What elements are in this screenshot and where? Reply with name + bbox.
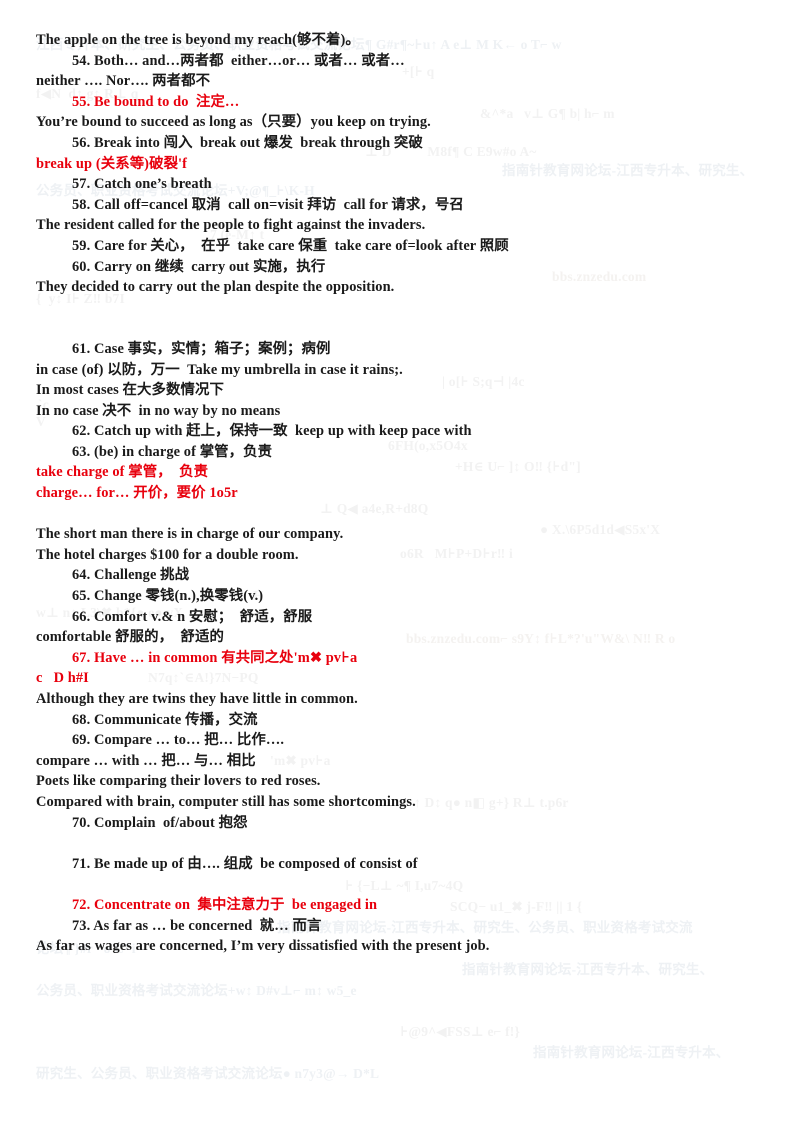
watermark-text: 研究生、公务员、职业资格考试交流论坛● n7y3@→ D*L bbox=[36, 1066, 380, 1081]
document-line: In no case 决不 in no way by no means bbox=[36, 402, 281, 419]
document-line: take charge of 掌管， 负责 bbox=[36, 464, 209, 481]
document-line: 55. Be bound to do 注定… bbox=[72, 93, 240, 110]
document-line: 69. Compare … to… 把… 比作…. bbox=[72, 732, 285, 749]
document-line: in case (of) 以防，万一 Take my umbrella in c… bbox=[36, 361, 403, 378]
document-line: compare … with … 把… 与… 相比 bbox=[36, 752, 256, 769]
document-line: 56. Break into 闯入 break out 爆发 break thr… bbox=[72, 134, 423, 151]
document-line: 64. Challenge 挑战 bbox=[72, 567, 190, 584]
document-line: As far as wages are concerned, I’m very … bbox=[36, 938, 490, 955]
document-line: 59. Care for 关心， 在乎 take care 保重 take ca… bbox=[72, 237, 509, 254]
document-line: 71. Be made up of 由…. 组成 be composed of … bbox=[72, 855, 418, 872]
document-line: 62. Catch up with 赶上，保持一致 keep up with k… bbox=[72, 423, 472, 440]
document-line: 67. Have … in common 有共同之处'm✖ pv⊦a bbox=[72, 649, 358, 666]
document-line: neither …. Nor…. 两者都不 bbox=[36, 73, 211, 90]
document-line: 66. Comfort v.& n 安慰； 舒适，舒服 bbox=[72, 608, 313, 625]
watermark-text: ⊦@9^◀FSS⊥ e⌐ f!} bbox=[400, 1024, 521, 1039]
document-line: 70. Complain of/about 抱怨 bbox=[72, 814, 248, 831]
document-line: charge… for… 开价，要价 1o5r bbox=[36, 485, 238, 502]
document-blank-line bbox=[36, 298, 766, 319]
watermark-text: 指南针教育网论坛-江西专升本、 bbox=[533, 1045, 730, 1060]
watermark-text: 指南针教育网论坛-江西专升本、研究生、 bbox=[462, 962, 714, 977]
document-line: Compared with brain, computer still has … bbox=[36, 793, 416, 810]
document-body: The apple on the tree is beyond my reach… bbox=[36, 30, 766, 957]
document-blank-line bbox=[36, 318, 766, 339]
document-page: 江西专升本、研究生、公务员、职业资格考试交流论坛¶ G#r¶~⊦u↑ A e⊥ … bbox=[0, 0, 794, 1123]
document-line: 60. Carry on 继续 carry out 实施，执行 bbox=[72, 258, 326, 275]
document-line: The short man there is in charge of our … bbox=[36, 526, 344, 543]
document-line: In most cases 在大多数情况下 bbox=[36, 382, 224, 399]
document-line: The hotel charges $100 for a double room… bbox=[36, 546, 299, 563]
document-blank-line bbox=[36, 874, 766, 895]
document-line: Although they are twins they have little… bbox=[36, 691, 358, 707]
document-line: 72. Concentrate on 集中注意力于 be engaged in bbox=[72, 896, 378, 913]
document-blank-line bbox=[36, 504, 766, 525]
document-line: 54. Both… and…两者都 either…or… 或者… 或者… bbox=[72, 52, 405, 69]
document-line: 63. (be) in charge of 掌管，负责 bbox=[72, 443, 273, 460]
document-line: 57. Catch one’s breath bbox=[72, 176, 212, 193]
document-line: c D h#I bbox=[36, 670, 89, 687]
document-line: They decided to carry out the plan despi… bbox=[36, 279, 395, 296]
document-line: 68. Communicate 传播，交流 bbox=[72, 711, 258, 728]
document-line: break up (关系等)破裂'f bbox=[36, 155, 188, 172]
document-line: 65. Change 零钱(n.),换零钱(v.) bbox=[72, 588, 264, 605]
document-line: Poets like comparing their lovers to red… bbox=[36, 773, 321, 790]
document-blank-line bbox=[36, 833, 766, 854]
document-line: 61. Case 事实，实情；箱子；案例；病例 bbox=[72, 340, 331, 357]
document-line: 58. Call off=cancel 取消 call on=visit 拜访 … bbox=[72, 196, 464, 213]
watermark-text: 公务员、职业资格考试交流论坛+w↕ D#v⊥⌐ m↕ w5_e bbox=[36, 983, 357, 998]
document-line: You’re bound to succeed as long as（只要）yo… bbox=[36, 114, 431, 131]
document-line: The apple on the tree is beyond my reach… bbox=[36, 32, 360, 48]
document-line: 73. As far as … be concerned 就… 而言 bbox=[72, 917, 322, 934]
document-line: comfortable 舒服的， 舒适的 bbox=[36, 629, 224, 646]
document-line: The resident called for the people to fi… bbox=[36, 217, 426, 234]
